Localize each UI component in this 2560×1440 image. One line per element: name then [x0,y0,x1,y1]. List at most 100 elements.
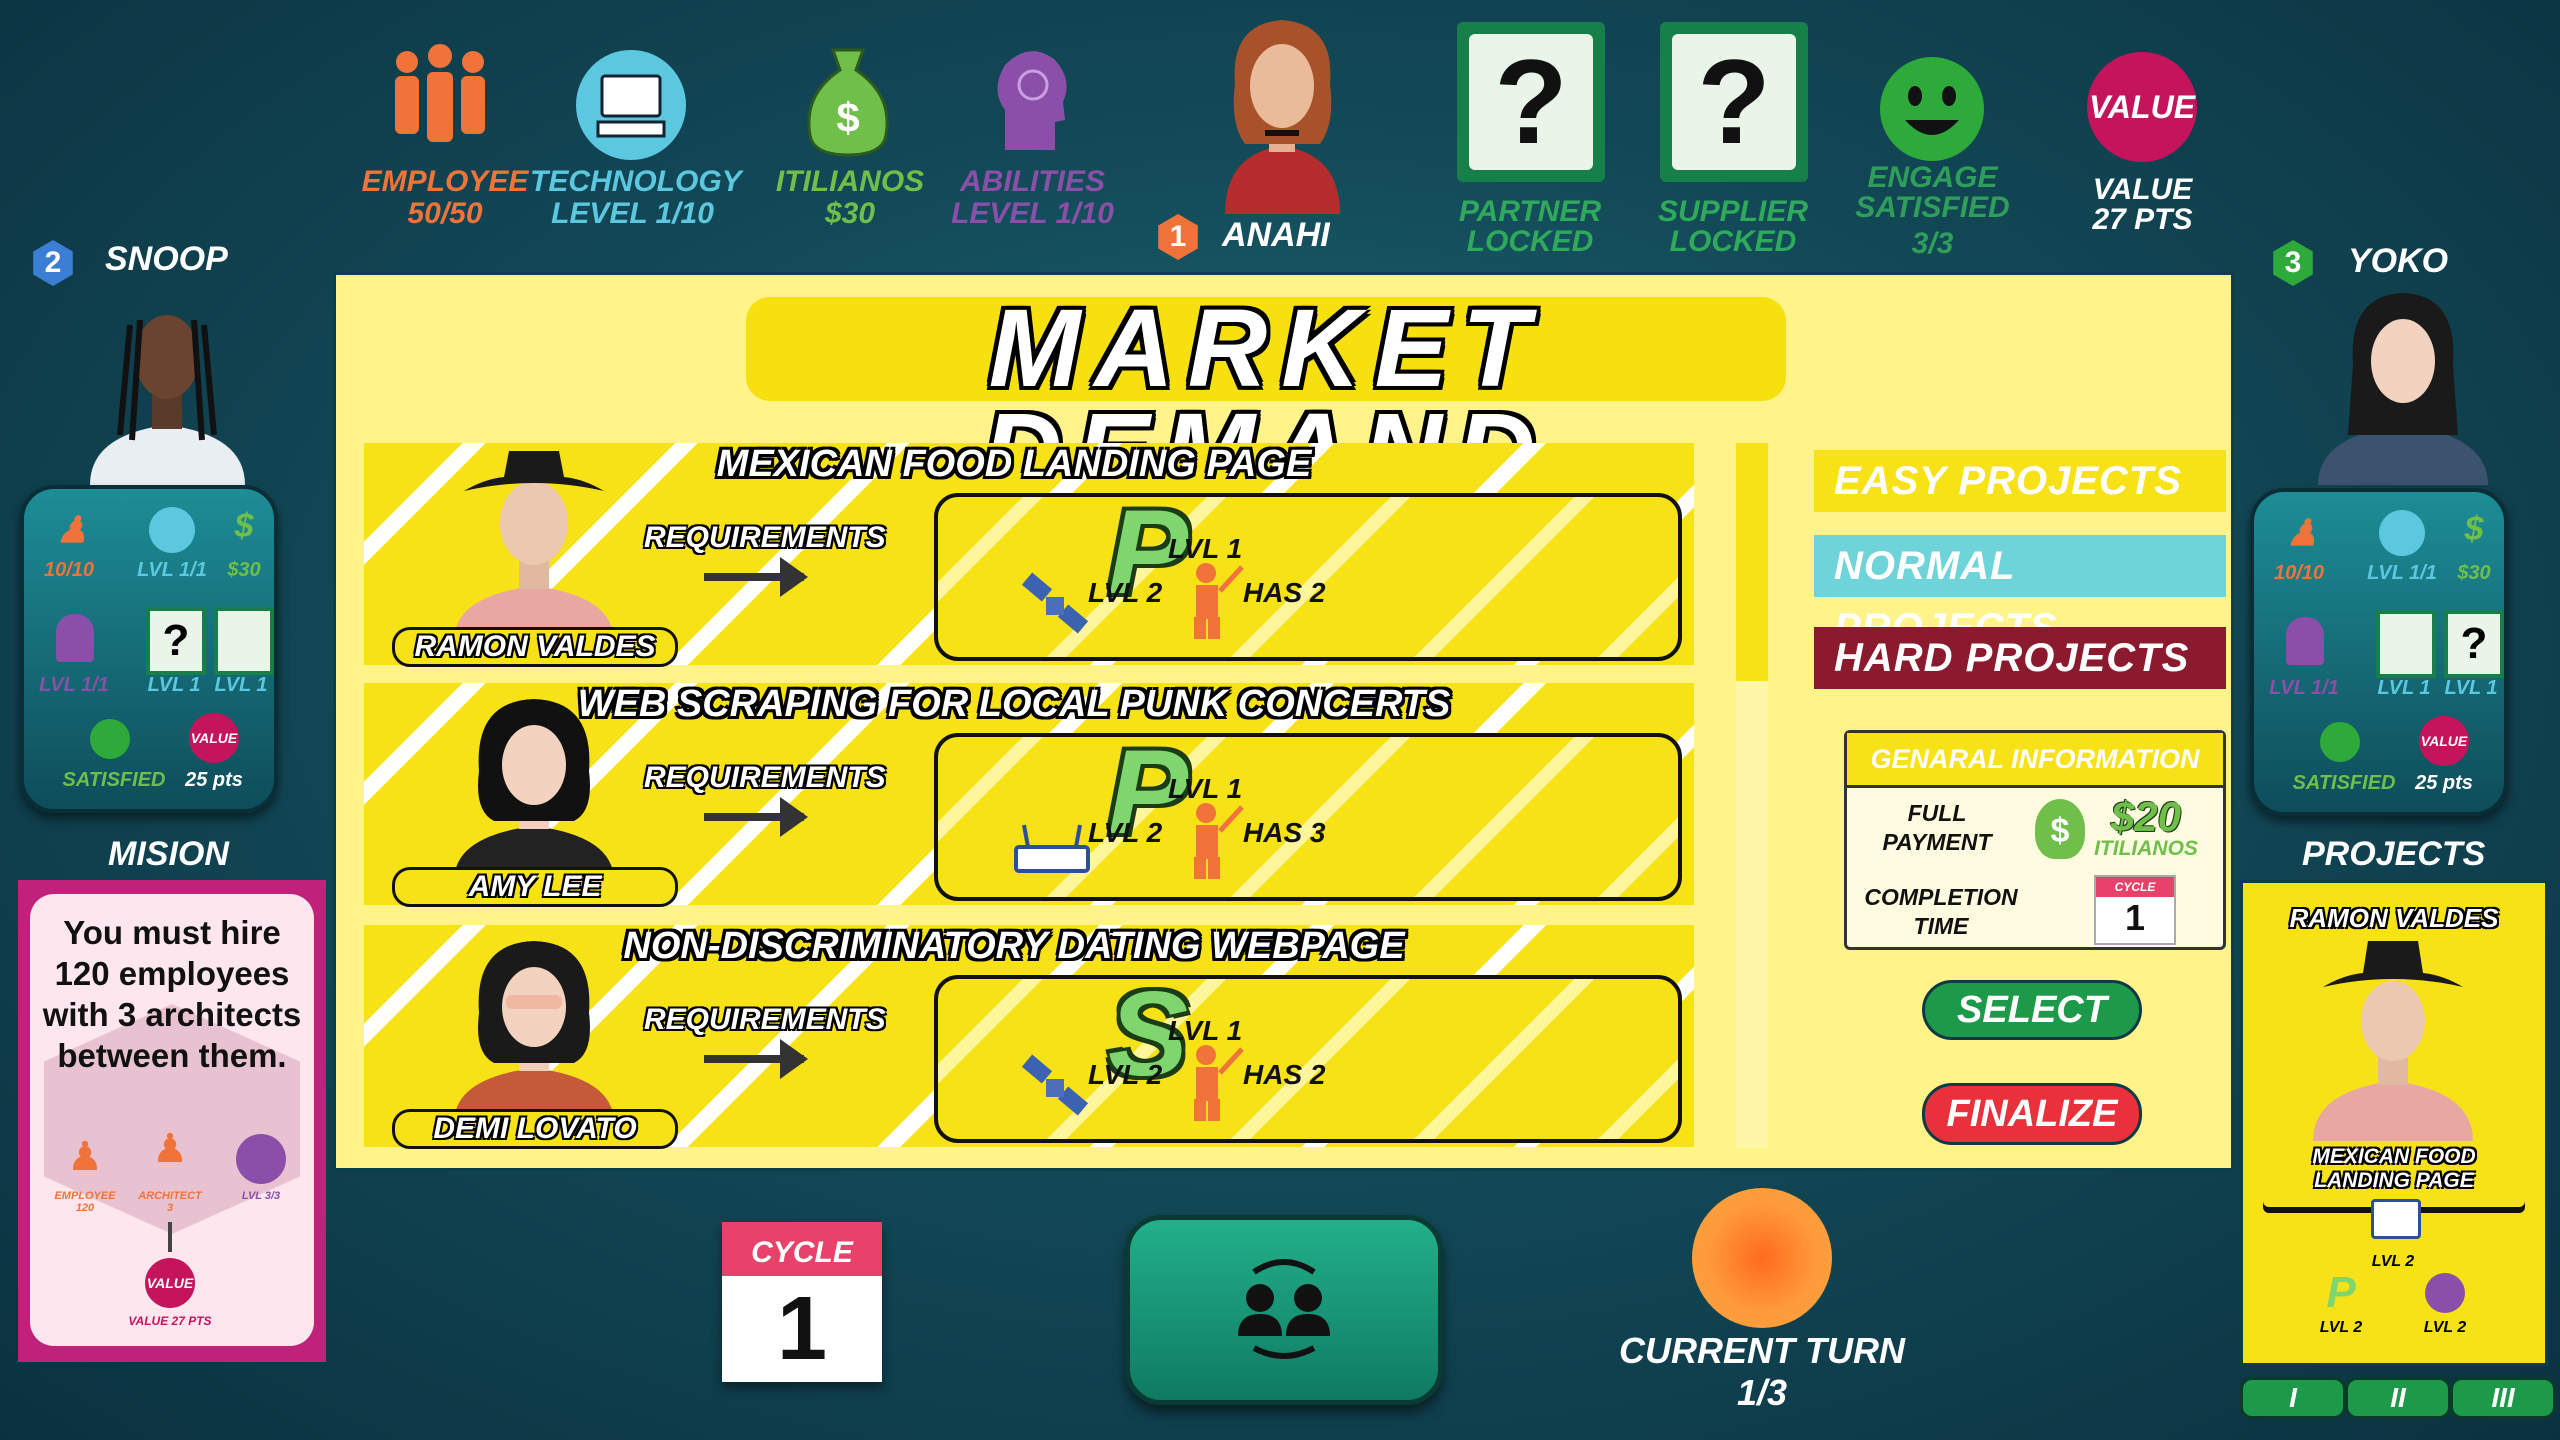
partner-card-icon: ? [1457,22,1605,182]
info-cycle-value: 1 [2124,897,2146,938]
architect-icon [1194,1045,1244,1121]
payment-label: FULL PAYMENT [1882,800,1992,855]
right-player-number: 3 [2273,240,2313,286]
value-label: VALUE [2092,173,2193,206]
mission-text: You must hire 120 employees with 3 archi… [42,914,302,1074]
cycle-value: 1 [776,1279,828,1379]
client-portrait [454,451,614,641]
right-player-stats-panel: ♟ 10/10 LVL 1/1 $ $30 LVL 1/1 LVL 1 ? LV… [2250,488,2508,816]
right-abilities-value: LVL 1/1 [2269,677,2339,699]
gear-icon [236,1134,286,1184]
left-employees-value: 10/10 [43,559,95,581]
current-turn-value: 1/3 [1736,1372,1788,1413]
partner-card-icon [2376,610,2436,678]
market-demand-title-box: MARKET DEMAND [746,294,1786,508]
current-player-number: 1 [1158,214,1198,260]
current-turn-indicator [1692,1188,1832,1328]
current-turn-label: CURRENT TURN [1619,1330,1905,1371]
brain-head-icon [997,51,1067,150]
project-card[interactable]: RAMON VALDES MEXICAN FOOD LANDING PAGE L… [2240,880,2548,1366]
mission-card[interactable]: You must hire 120 employees with 3 archi… [18,880,326,1362]
hard-projects-button[interactable]: HARD PROJECTS [1814,627,2226,689]
finalize-button[interactable]: FINALIZE [1922,1083,2142,1145]
requirements-label: REQUIREMENTS [644,521,886,554]
router-icon [2371,1199,2421,1239]
cycle-calendar-icon: CYCLE 1 [2094,875,2176,945]
supplier-card-icon: ? [1660,22,1808,182]
right-money-value: $30 [2457,562,2491,584]
computer-icon [2379,510,2425,556]
right-employees-value: 10/10 [2273,562,2325,584]
current-player-avatar [1225,20,1340,214]
select-button[interactable]: SELECT [1922,980,2142,1040]
swap-players-button[interactable] [1125,1215,1443,1405]
money-bag-icon: $ [807,48,889,157]
client-name: AMY LEE [392,867,678,907]
partner-value: LOCKED [1466,225,1594,258]
engage-label: ENGAGE [1867,161,1998,194]
money-bag-icon: $ [2035,799,2085,859]
project-row-2[interactable]: WEB SCRAPING FOR LOCAL PUNK CONCERTS AMY… [364,683,1694,907]
arrow-right-icon [704,1039,808,1079]
payment-unit: ITILIANOS [2094,837,2198,860]
project-row-3[interactable]: NON-DISCRIMINATORY DATING WEBPAGE DEMI L… [364,925,1694,1149]
itilianos-value: $30 [824,197,876,230]
left-money-value: $30 [227,559,261,581]
normal-projects-button[interactable]: NORMAL PROJECTS [1814,535,2226,650]
technology-label: TECHNOLOGY [530,165,742,198]
employees-icon: ♟ [2285,512,2319,553]
project-row-1[interactable]: MEXICAN FOOD LANDING PAGE RAMON VALDES R… [364,443,1694,667]
payment-value: $20 [2110,793,2182,840]
money-bag-icon: $ [2464,510,2484,548]
satellite-icon [1021,572,1089,634]
mission-employee-label: EMPLOYEE [54,1190,116,1202]
market-demand-board: MARKET DEMAND MEXICAN FOOD LANDING PAGE … [333,272,2234,1171]
project-card-portrait [2313,941,2473,1141]
requirements-box: P LVL 1 LVL 2 HAS 3 [934,725,1682,901]
project-list-scrollbar[interactable] [1736,443,1768,1148]
project-title: MEXICAN FOOD LANDING PAGE [716,443,1312,485]
engage-value: SATISFIED [1855,191,2010,224]
value-badge-icon: VALUE [145,1258,195,1308]
left-tech-value: LVL 1/1 [137,559,207,581]
architect-icon: ♟ [152,1127,188,1171]
left-player-number: 2 [33,240,73,286]
supplier-label: SUPPLIER [1657,195,1809,228]
has-count: HAS 2 [1243,1059,1326,1090]
money-bag-icon: $ [234,507,254,545]
project-card-title: MEXICAN FOOD LANDING PAGE [2312,1145,2476,1192]
project-title: NON-DISCRIMINATORY DATING WEBPAGE [623,925,1405,967]
arrow-right-icon [704,797,808,837]
requirements-box: S LVL 1 LVL 2 HAS 2 [934,967,1682,1143]
requirements-label: REQUIREMENTS [644,1003,886,1036]
project-card-client: RAMON VALDES [2289,903,2499,933]
right-player-avatar [2318,293,2488,485]
supplier-value: LOCKED [1669,225,1797,258]
value-badge-icon: VALUE [189,713,239,763]
completion-label: COMPLETION TIME [1864,884,2018,939]
smiley-icon [2320,722,2360,762]
easy-projects-button[interactable]: EASY PROJECTS [1814,450,2226,512]
engage-count: 3/3 [1911,227,1954,260]
right-supplier-value: LVL 1 [2444,677,2498,699]
has-count: HAS 2 [1243,577,1326,608]
satellite-icon [1021,1054,1089,1116]
employee-value: 50/50 [407,197,483,230]
page-button-2[interactable]: II [2345,1377,2451,1419]
client-portrait [454,699,614,881]
page-button-3[interactable]: III [2450,1377,2556,1419]
value-points: 27 PTS [2092,203,2193,236]
projects-heading: PROJECTS [2302,835,2486,873]
employees-icon: ♟ [67,1135,103,1179]
mission-level-label: LVL 3/3 [241,1190,281,1202]
mission-architect-label: ARCHITECT [138,1190,202,1202]
employees-icon [395,44,485,142]
scrollbar-thumb[interactable] [1736,443,1768,681]
svg-text:$: $ [836,94,859,141]
letter-p-icon: P [2326,1268,2356,1317]
client-name: DEMI LOVATO [392,1109,678,1149]
page-button-1[interactable]: I [2240,1377,2346,1419]
arrow-right-icon [704,557,808,597]
technology-value: LEVEL 1/10 [551,197,714,230]
mission-arrow [168,1222,172,1252]
